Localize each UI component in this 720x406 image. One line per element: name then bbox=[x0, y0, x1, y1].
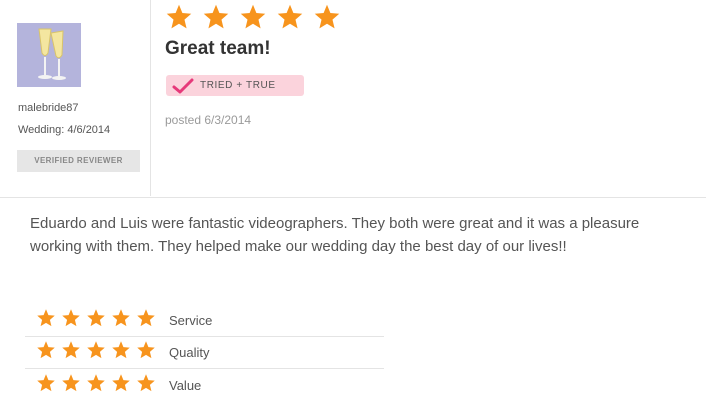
star-icon bbox=[313, 3, 341, 31]
badge-label: TRIED + TRUE bbox=[200, 80, 276, 91]
star-icon bbox=[86, 340, 106, 365]
star-icon bbox=[86, 308, 106, 333]
wedding-date: Wedding: 4/6/2014 bbox=[18, 124, 110, 136]
verified-reviewer-badge: VERIFIED REVIEWER bbox=[17, 150, 140, 172]
star-icon bbox=[239, 3, 267, 31]
checkmark-icon bbox=[172, 78, 194, 94]
reviewer-username[interactable]: malebride87 bbox=[18, 102, 79, 114]
star-icon bbox=[111, 373, 131, 398]
rating-label: Value bbox=[169, 377, 202, 393]
horizontal-divider bbox=[0, 197, 706, 198]
rating-stars bbox=[36, 308, 166, 333]
star-icon bbox=[61, 340, 81, 365]
reviewer-avatar[interactable] bbox=[17, 23, 81, 87]
rating-row-quality: Quality bbox=[25, 337, 384, 369]
star-icon bbox=[36, 308, 56, 333]
category-ratings: Service Quality Value bbox=[25, 305, 384, 401]
rating-label: Quality bbox=[169, 345, 210, 360]
rating-stars bbox=[36, 340, 166, 365]
rating-row-service: Service bbox=[25, 305, 384, 337]
star-icon bbox=[61, 308, 81, 333]
rating-row-value: Value bbox=[25, 369, 384, 401]
star-icon bbox=[111, 308, 131, 333]
tried-and-true-badge: TRIED + TRUE bbox=[166, 75, 304, 96]
star-icon bbox=[136, 340, 156, 365]
star-icon bbox=[165, 3, 193, 31]
star-icon bbox=[36, 373, 56, 398]
star-icon bbox=[202, 3, 230, 31]
star-icon bbox=[276, 3, 304, 31]
review-body: Eduardo and Luis were fantastic videogra… bbox=[30, 215, 640, 255]
vertical-divider bbox=[150, 0, 151, 196]
rating-stars bbox=[36, 373, 166, 398]
posted-date: posted 6/3/2014 bbox=[165, 113, 252, 127]
review-title: Great team! bbox=[165, 38, 271, 59]
overall-rating-stars bbox=[165, 3, 341, 31]
star-icon bbox=[136, 308, 156, 333]
star-icon bbox=[86, 373, 106, 398]
star-icon bbox=[136, 373, 156, 398]
star-icon bbox=[61, 373, 81, 398]
wedding-date-value: 4/6/2014 bbox=[67, 124, 111, 136]
star-icon bbox=[111, 340, 131, 365]
star-icon bbox=[36, 340, 56, 365]
rating-label: Service bbox=[169, 313, 213, 328]
champagne-glasses-icon bbox=[17, 23, 81, 87]
wedding-label: Wedding: bbox=[18, 124, 65, 136]
